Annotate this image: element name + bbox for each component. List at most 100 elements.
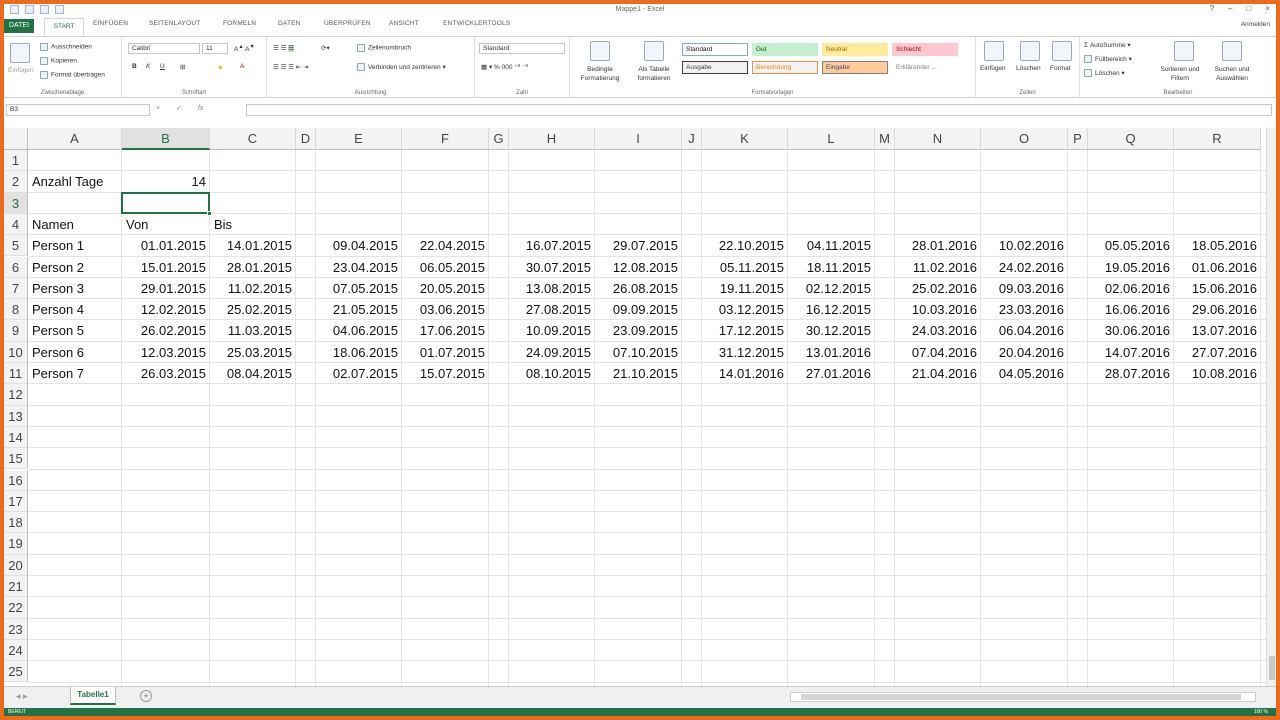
font-color-icon[interactable]: A xyxy=(240,63,244,70)
cell-h6[interactable]: 30.07.2015 xyxy=(513,257,591,278)
merge-center-button[interactable]: Verbinden und zentrieren ▾ xyxy=(357,63,446,72)
sort-filter-button[interactable]: Sortieren und Filtern xyxy=(1154,65,1206,83)
cell-k10[interactable]: 31.12.2015 xyxy=(706,342,784,363)
cell-r7[interactable]: 15.06.2016 xyxy=(1178,278,1257,299)
cell-k7[interactable]: 19.11.2015 xyxy=(706,278,784,299)
cell-l7[interactable]: 02.12.2015 xyxy=(792,278,871,299)
worksheet-grid[interactable]: A B C D E F G H I J K L M N O P Q R 1 2 3 4 5 6 7 8 9 10 11 12 13 14 15 1… xyxy=(4,128,1266,686)
cell-o5[interactable]: 10.02.2016 xyxy=(985,235,1064,256)
cell-a7[interactable]: Person 3 xyxy=(32,278,118,299)
horizontal-scrollbar[interactable] xyxy=(790,692,1256,702)
cell-b9[interactable]: 26.02.2015 xyxy=(126,320,206,341)
delete-cells-icon[interactable] xyxy=(1020,41,1040,61)
cell-k9[interactable]: 17.12.2015 xyxy=(706,320,784,341)
column-header-b[interactable]: B xyxy=(122,128,210,150)
cell-style-1[interactable]: Gut xyxy=(752,43,818,56)
cell-n6[interactable]: 11.02.2016 xyxy=(899,257,977,278)
select-all-corner[interactable] xyxy=(4,128,28,150)
cell-style-2[interactable]: Neutral xyxy=(822,43,888,56)
cell-c9[interactable]: 11.03.2015 xyxy=(214,320,292,341)
column-header-i[interactable]: I xyxy=(595,128,682,150)
cell-i8[interactable]: 09.09.2015 xyxy=(599,299,678,320)
cell-c10[interactable]: 25.03.2015 xyxy=(214,342,292,363)
cell-o7[interactable]: 09.03.2016 xyxy=(985,278,1064,299)
cell-h5[interactable]: 16.07.2015 xyxy=(513,235,591,256)
cell-n7[interactable]: 25.02.2016 xyxy=(899,278,977,299)
cell-i7[interactable]: 26.08.2015 xyxy=(599,278,678,299)
tab-page-layout[interactable]: SEITENLAYOUT xyxy=(149,20,200,27)
cell-q8[interactable]: 16.06.2016 xyxy=(1092,299,1170,320)
sheet-nav-arrows-icon[interactable]: ◂ ▸ xyxy=(16,691,28,702)
column-header-k[interactable]: K xyxy=(702,128,788,150)
row-header-17[interactable]: 17 xyxy=(4,490,28,513)
clear-button[interactable]: Löschen ▾ xyxy=(1084,69,1125,78)
cell-q7[interactable]: 02.06.2016 xyxy=(1092,278,1170,299)
fill-button[interactable]: Füllbereich ▾ xyxy=(1084,55,1132,64)
cell-b6[interactable]: 15.01.2015 xyxy=(126,257,206,278)
font-grow-icon[interactable]: A▲ A▼ xyxy=(234,44,255,53)
cell-r11[interactable]: 10.08.2016 xyxy=(1178,363,1257,384)
cell-n11[interactable]: 21.04.2016 xyxy=(899,363,977,384)
row-header-18[interactable]: 18 xyxy=(4,512,28,534)
insert-cells-icon[interactable] xyxy=(984,41,1004,61)
cell-style-3[interactable]: Schlecht xyxy=(892,43,958,56)
border-icon[interactable]: ⊞ xyxy=(180,63,185,71)
column-header-g[interactable]: G xyxy=(489,128,509,150)
tab-file[interactable]: DATEI xyxy=(4,19,34,33)
cell-a2[interactable]: Anzahl Tage xyxy=(32,171,118,192)
tab-view[interactable]: ANSICHT xyxy=(389,20,419,27)
sign-in-link[interactable]: Anmelden xyxy=(1241,21,1270,28)
cell-r5[interactable]: 18.05.2016 xyxy=(1178,235,1257,256)
row-header-24[interactable]: 24 xyxy=(4,639,28,662)
cell-f7[interactable]: 20.05.2015 xyxy=(406,278,485,299)
italic-button[interactable]: K xyxy=(146,63,150,70)
cell-h11[interactable]: 08.10.2015 xyxy=(513,363,591,384)
column-header-m[interactable]: M xyxy=(875,128,895,150)
active-cell-selection[interactable] xyxy=(121,191,212,216)
row-header-3[interactable]: 3 xyxy=(4,192,28,214)
cell-i6[interactable]: 12.08.2015 xyxy=(599,257,678,278)
cell-style-7[interactable]: Erklärender ... xyxy=(892,61,958,74)
number-format-select[interactable]: Standard xyxy=(479,43,565,54)
cell-c4[interactable]: Bis xyxy=(214,214,292,235)
cell-e7[interactable]: 07.05.2015 xyxy=(320,278,398,299)
number-format-icons[interactable]: ▦ ▾ % 000 ⁺⁰ ⁻⁰ xyxy=(481,63,528,71)
sort-filter-icon[interactable] xyxy=(1174,41,1194,61)
cell-l11[interactable]: 27.01.2016 xyxy=(792,363,871,384)
cell-b7[interactable]: 29.01.2015 xyxy=(126,278,206,299)
cell-r9[interactable]: 13.07.2016 xyxy=(1178,320,1257,341)
cell-n10[interactable]: 07.04.2016 xyxy=(899,342,977,363)
cell-i5[interactable]: 29.07.2015 xyxy=(599,235,678,256)
cell-o8[interactable]: 23.03.2016 xyxy=(985,299,1064,320)
cell-l10[interactable]: 13.01.2016 xyxy=(792,342,871,363)
cell-a6[interactable]: Person 2 xyxy=(32,257,118,278)
column-header-n[interactable]: N xyxy=(895,128,981,150)
cell-f6[interactable]: 06.05.2015 xyxy=(406,257,485,278)
cell-a4[interactable]: Namen xyxy=(32,214,118,235)
cell-b11[interactable]: 26.03.2015 xyxy=(126,363,206,384)
row-header-13[interactable]: 13 xyxy=(4,405,28,427)
enter-icon[interactable]: ✓ xyxy=(176,105,182,112)
close-icon[interactable]: × xyxy=(1265,4,1270,13)
cell-c5[interactable]: 14.01.2015 xyxy=(214,235,292,256)
row-header-14[interactable]: 14 xyxy=(4,426,28,449)
cell-style-4[interactable]: Ausgabe xyxy=(682,61,748,74)
cell-f9[interactable]: 17.06.2015 xyxy=(406,320,485,341)
cell-n9[interactable]: 24.03.2016 xyxy=(899,320,977,341)
cell-k11[interactable]: 14.01.2016 xyxy=(706,363,784,384)
cell-l9[interactable]: 30.12.2015 xyxy=(792,320,871,341)
cell-q5[interactable]: 05.05.2016 xyxy=(1092,235,1170,256)
paste-icon[interactable] xyxy=(10,43,30,63)
row-header-5[interactable]: 5 xyxy=(4,235,28,257)
cell-o9[interactable]: 06.04.2016 xyxy=(985,320,1064,341)
tab-formulas[interactable]: FORMELN xyxy=(223,20,256,27)
cell-h7[interactable]: 13.08.2015 xyxy=(513,278,591,299)
minimize-icon[interactable]: – xyxy=(1228,4,1232,13)
cell-k5[interactable]: 22.10.2015 xyxy=(706,235,784,256)
cell-o10[interactable]: 20.04.2016 xyxy=(985,342,1064,363)
row-header-1[interactable]: 1 xyxy=(4,150,28,172)
format-cells-icon[interactable] xyxy=(1052,41,1072,61)
cell-a11[interactable]: Person 7 xyxy=(32,363,118,384)
row-header-16[interactable]: 16 xyxy=(4,469,28,491)
cell-a9[interactable]: Person 5 xyxy=(32,320,118,341)
